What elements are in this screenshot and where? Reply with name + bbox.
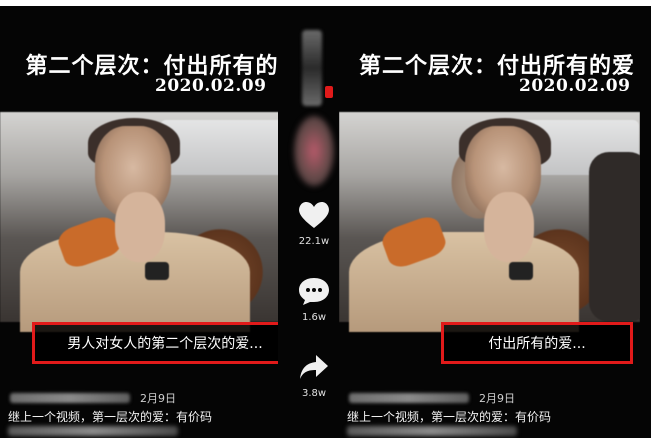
- heart-icon[interactable]: [296, 198, 332, 232]
- watch: [145, 262, 169, 280]
- car-seat: [589, 152, 640, 322]
- music-disc-icon[interactable]: [294, 116, 334, 186]
- author-row: 2月9日: [349, 390, 630, 406]
- author-avatar[interactable]: [302, 30, 322, 106]
- video-description: 继上一个视频，第一层次的爱：有价码: [347, 410, 552, 424]
- comment-icon[interactable]: [296, 274, 332, 308]
- video-frame[interactable]: [339, 112, 640, 332]
- hand: [115, 192, 165, 262]
- hand: [484, 192, 534, 262]
- description-second-line-blurred: [8, 426, 178, 436]
- video-panel-right[interactable]: 第二个层次：付出所有的爱 2020.02.09 付出所有的爱... 2月9日 继…: [339, 6, 640, 438]
- author-name-blurred[interactable]: [349, 393, 469, 403]
- author-name-blurred[interactable]: [10, 393, 130, 403]
- post-date: 2月9日: [140, 392, 176, 405]
- description-second-line-blurred: [347, 426, 517, 436]
- video-date: 2020.02.09: [155, 76, 267, 96]
- caption-highlight: 男人对女人的第二个层次的爱...: [32, 322, 298, 364]
- watch: [509, 262, 533, 280]
- share-icon[interactable]: [296, 350, 332, 384]
- post-date: 2月9日: [479, 392, 515, 405]
- right-edge: [640, 6, 651, 438]
- follow-badge-icon[interactable]: [325, 86, 333, 98]
- caption-highlight: 付出所有的爱...: [441, 322, 633, 364]
- video-date: 2020.02.09: [519, 76, 631, 96]
